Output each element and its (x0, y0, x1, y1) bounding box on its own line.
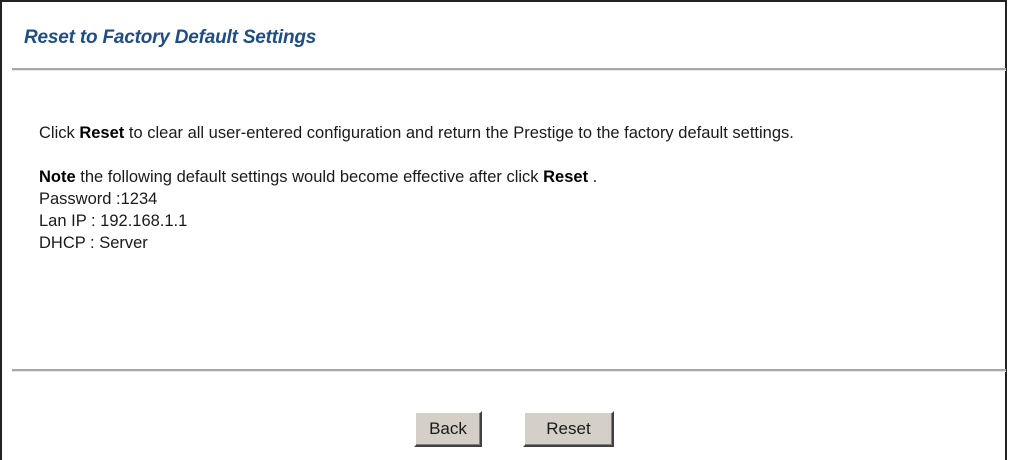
note-end: . (588, 168, 598, 186)
note-text: Note the following default settings woul… (39, 166, 969, 188)
top-divider (12, 68, 1006, 71)
note-middle: the following default settings would bec… (75, 168, 544, 186)
default-dhcp: DHCP : Server (39, 234, 148, 252)
default-lan-ip: Lan IP : 192.168.1.1 (39, 212, 188, 230)
page-title: Reset to Factory Default Settings (24, 27, 317, 48)
intro-reset-keyword: Reset (79, 124, 125, 142)
intro-suffix: to clear all user-entered configuration … (124, 124, 794, 142)
note-reset-keyword: Reset (543, 168, 589, 186)
intro-text: Click Reset to clear all user-entered co… (39, 122, 969, 144)
intro-prefix: Click (39, 124, 80, 142)
button-bar: Back Reset (2, 411, 1009, 447)
bottom-divider (12, 369, 1006, 372)
window-frame: Reset to Factory Default Settings Click … (0, 0, 1007, 460)
content-area: Click Reset to clear all user-entered co… (39, 122, 969, 254)
note-keyword: Note (39, 168, 76, 186)
default-password: Password :1234 (39, 190, 158, 208)
back-button[interactable]: Back (414, 411, 482, 447)
reset-button[interactable]: Reset (523, 411, 614, 447)
